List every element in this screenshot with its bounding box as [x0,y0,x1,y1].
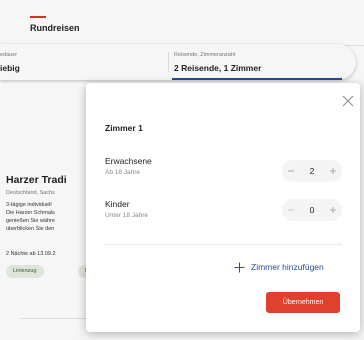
search-bar: edauer iebig Reisende, Zimmeranzahl 2 Re… [0,44,356,80]
adults-stepper: 2 [282,160,342,182]
close-icon[interactable] [342,95,354,107]
children-decrement-button[interactable] [282,199,300,221]
minus-icon [288,209,294,211]
duration-label: edauer [0,52,18,58]
card-description: 3-tägige individuell Die Harzer Schmals … [6,201,55,233]
guests-field[interactable]: 2 Reisende, 1 Zimmer [174,63,261,73]
adults-count: 2 [309,166,315,176]
add-room-button[interactable]: Zimmer hinzufügen [234,260,324,274]
tab-active-indicator [30,16,46,18]
duration-field[interactable]: iebig [0,63,20,73]
field-divider [168,52,169,72]
plus-icon [330,168,336,174]
adults-decrement-button[interactable] [282,160,300,182]
children-count: 0 [309,205,315,215]
tab-rundreisen[interactable]: Rundreisen [30,23,80,33]
card-description-line: 3-tägige individuell [6,202,52,208]
room-title: Zimmer 1 [105,123,143,133]
chip-linienzug: Linienzug [6,265,44,278]
room-selector-popup: Zimmer 1 Erwachsene Ab 18 Jahre 2 Kinder… [86,83,360,332]
card-title[interactable]: Harzer Tradi [6,174,67,186]
minus-icon [288,170,294,172]
card-description-line: genießen Sie währe [6,218,55,224]
adults-label: Erwachsene [105,156,152,166]
children-stepper: 0 [282,199,342,221]
add-room-label: Zimmer hinzufügen [251,262,324,272]
plus-icon [330,207,336,213]
children-increment-button[interactable] [324,199,342,221]
divider [105,244,342,245]
guests-field-underline [172,78,342,80]
card-description-line: Die Harzer Schmals [6,210,55,216]
children-sublabel: Unter 18 Jahre [105,212,148,219]
adults-increment-button[interactable] [324,160,342,182]
top-header: Rundreisen [0,0,364,46]
children-label: Kinder [105,199,130,209]
card-description-line: überblicken Sie den [6,226,55,232]
card-nights: 2 Nächte ab 13.09.2 [6,251,56,257]
adults-sublabel: Ab 18 Jahre [105,169,141,176]
guests-label: Reisende, Zimmeranzahl [174,52,236,58]
card-location: Deutschland, Sachs [6,190,55,196]
plus-icon [234,262,245,272]
apply-button[interactable]: Übernehmen [266,292,340,313]
